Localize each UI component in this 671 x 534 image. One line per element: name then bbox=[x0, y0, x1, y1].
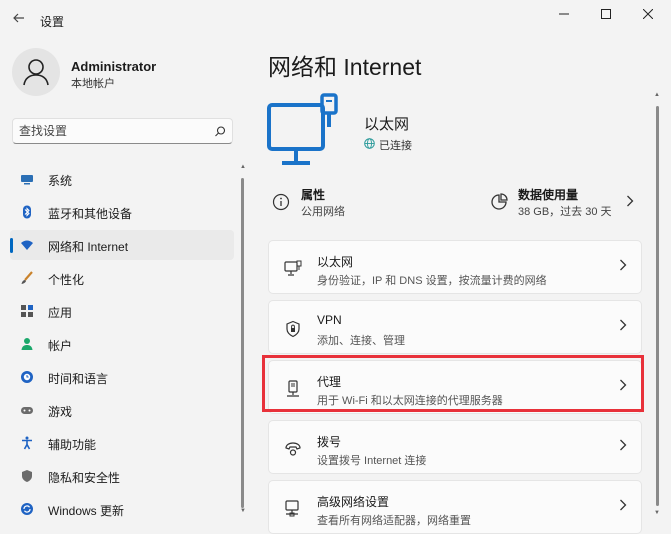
info-icon bbox=[272, 193, 290, 211]
properties-title: 属性 bbox=[301, 188, 326, 202]
ethernet-monitor-icon bbox=[266, 93, 348, 173]
monitor-icon bbox=[20, 172, 34, 186]
scroll-up-icon[interactable]: ▲ bbox=[240, 164, 246, 170]
card-vpn[interactable]: VPN 添加、连接、管理 bbox=[268, 300, 642, 354]
sidebar-item-label: 辅助功能 bbox=[48, 438, 97, 452]
active-indicator bbox=[10, 238, 13, 253]
wifi-icon bbox=[20, 238, 34, 252]
close-button[interactable] bbox=[630, 4, 666, 24]
account-type: 本地帐户 bbox=[71, 78, 115, 90]
card-subtitle: 设置拨号 Internet 连接 bbox=[317, 455, 427, 467]
sidebar-item-label: 系统 bbox=[48, 174, 73, 188]
minimize-button[interactable] bbox=[546, 4, 582, 24]
sidebar-item-system[interactable]: 系统 bbox=[10, 164, 234, 194]
sidebar-item-label: 个性化 bbox=[48, 273, 85, 287]
scrollbar-thumb[interactable] bbox=[241, 178, 244, 508]
card-subtitle: 查看所有网络适配器，网络重置 bbox=[317, 515, 471, 527]
chevron-right-icon bbox=[619, 439, 629, 453]
chevron-right-icon bbox=[626, 194, 634, 210]
globe-clock-icon bbox=[20, 370, 34, 384]
title-bar: 设置 bbox=[0, 0, 671, 40]
person-icon bbox=[23, 59, 49, 86]
sidebar-item-label: 时间和语言 bbox=[48, 372, 109, 386]
sidebar-item-label: Windows 更新 bbox=[48, 504, 125, 518]
properties-link[interactable]: 属性 公用网络 bbox=[272, 184, 472, 222]
dialup-icon bbox=[284, 440, 302, 458]
sidebar-item-personalization[interactable]: 个性化 bbox=[10, 263, 234, 293]
chevron-right-icon bbox=[619, 319, 629, 333]
sidebar-item-network[interactable]: 网络和 Internet bbox=[10, 230, 234, 260]
search-icon[interactable] bbox=[212, 124, 228, 140]
data-usage-subtitle: 38 GB，过去 30 天 bbox=[518, 206, 612, 218]
card-title: 代理 bbox=[317, 375, 342, 389]
accessibility-icon bbox=[20, 436, 34, 450]
back-arrow-icon[interactable] bbox=[10, 9, 28, 27]
person-icon bbox=[20, 337, 34, 351]
card-proxy[interactable]: 代理 用于 Wi-Fi 和以太网连接的代理服务器 bbox=[268, 360, 642, 414]
card-title: 以太网 bbox=[317, 255, 354, 269]
scroll-down-icon[interactable]: ▼ bbox=[240, 508, 246, 514]
app-title: 设置 bbox=[40, 15, 65, 29]
card-subtitle: 身份验证，IP 和 DNS 设置，按流量计费的网络 bbox=[317, 275, 547, 287]
properties-subtitle: 公用网络 bbox=[301, 206, 345, 218]
vpn-shield-icon bbox=[284, 320, 302, 338]
shield-icon bbox=[20, 469, 34, 483]
chevron-right-icon bbox=[619, 499, 629, 513]
data-usage-link[interactable]: 数据使用量 38 GB，过去 30 天 bbox=[490, 184, 640, 222]
sidebar-item-label: 应用 bbox=[48, 306, 73, 320]
page-title: 网络和 Internet bbox=[268, 54, 422, 80]
main-scrollbar[interactable]: ▲ ▼ bbox=[654, 92, 662, 524]
card-title: 拨号 bbox=[317, 435, 342, 449]
connection-status-text: 已连接 bbox=[379, 140, 412, 152]
data-usage-icon bbox=[490, 193, 508, 211]
sidebar-item-label: 蓝牙和其他设备 bbox=[48, 207, 133, 221]
card-subtitle: 添加、连接、管理 bbox=[317, 335, 405, 347]
maximize-button[interactable] bbox=[588, 4, 624, 24]
advanced-network-icon bbox=[284, 500, 302, 518]
card-title: 高级网络设置 bbox=[317, 495, 390, 509]
sidebar-item-privacy[interactable]: 隐私和安全性 bbox=[10, 461, 234, 491]
sidebar-item-gaming[interactable]: 游戏 bbox=[10, 395, 234, 425]
apps-icon bbox=[20, 304, 34, 318]
card-advanced-network[interactable]: 高级网络设置 查看所有网络适配器，网络重置 bbox=[268, 480, 642, 534]
sidebar-item-label: 隐私和安全性 bbox=[48, 471, 121, 485]
sidebar-item-windows-update[interactable]: Windows 更新 bbox=[10, 494, 234, 524]
sidebar-item-bluetooth[interactable]: 蓝牙和其他设备 bbox=[10, 197, 234, 227]
card-subtitle: 用于 Wi-Fi 和以太网连接的代理服务器 bbox=[317, 395, 503, 407]
sidebar-item-apps[interactable]: 应用 bbox=[10, 296, 234, 326]
sidebar-scrollbar[interactable]: ▲ ▼ bbox=[240, 164, 246, 516]
scroll-down-icon[interactable]: ▼ bbox=[654, 510, 660, 516]
ethernet-name: 以太网 bbox=[364, 116, 410, 133]
update-icon bbox=[20, 502, 34, 516]
scroll-up-icon[interactable]: ▲ bbox=[654, 92, 660, 98]
search-input[interactable] bbox=[19, 122, 199, 140]
sidebar-item-time-language[interactable]: 时间和语言 bbox=[10, 362, 234, 392]
sidebar-item-label: 帐户 bbox=[48, 339, 73, 353]
data-usage-title: 数据使用量 bbox=[518, 188, 579, 202]
sidebar-item-accessibility[interactable]: 辅助功能 bbox=[10, 428, 234, 458]
chevron-right-icon bbox=[619, 379, 629, 393]
globe-icon bbox=[364, 138, 375, 149]
card-dialup[interactable]: 拨号 设置拨号 Internet 连接 bbox=[268, 420, 642, 474]
search-box[interactable] bbox=[12, 118, 233, 144]
sidebar-item-accounts[interactable]: 帐户 bbox=[10, 329, 234, 359]
gamepad-icon bbox=[20, 403, 34, 417]
scrollbar-thumb[interactable] bbox=[656, 106, 659, 506]
card-ethernet[interactable]: 以太网 身份验证，IP 和 DNS 设置，按流量计费的网络 bbox=[268, 240, 642, 294]
sidebar-item-label: 游戏 bbox=[48, 405, 73, 419]
user-name: Administrator bbox=[71, 59, 157, 74]
sidebar-item-label: 网络和 Internet bbox=[48, 240, 129, 254]
avatar[interactable] bbox=[12, 48, 60, 96]
chevron-right-icon bbox=[619, 259, 629, 273]
proxy-icon bbox=[284, 380, 302, 398]
bluetooth-icon bbox=[20, 205, 34, 219]
ethernet-icon bbox=[284, 260, 302, 278]
brush-icon bbox=[20, 271, 34, 285]
card-title: VPN bbox=[317, 313, 342, 327]
